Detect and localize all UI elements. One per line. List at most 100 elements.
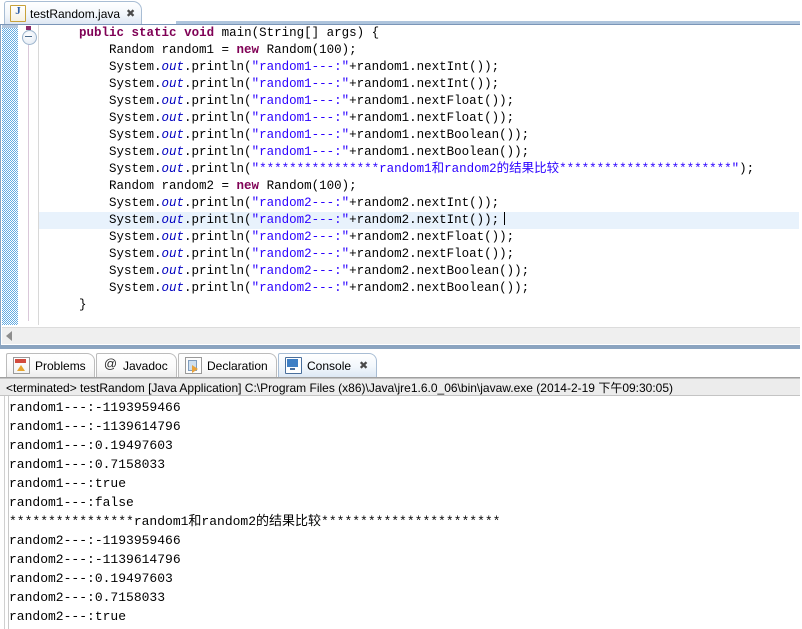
- code-token-plain: +random1.nextBoolean());: [349, 145, 529, 159]
- code-token-plain: System.: [109, 77, 162, 91]
- code-line[interactable]: System.out.println("random2---:"+random2…: [39, 263, 802, 280]
- code-token-plain: .println(: [184, 264, 252, 278]
- code-token-fld: out: [162, 60, 185, 74]
- code-line[interactable]: System.out.println("random2---:"+random2…: [39, 280, 802, 297]
- code-line[interactable]: System.out.println("random1---:"+random1…: [39, 127, 802, 144]
- close-icon[interactable]: ✖: [359, 359, 368, 372]
- code-line[interactable]: System.out.println("random1---:"+random1…: [39, 93, 802, 110]
- code-line[interactable]: System.out.println("random2---:"+random2…: [39, 246, 802, 263]
- close-icon[interactable]: ✖: [126, 8, 135, 20]
- code-token-plain: +random1.nextBoolean());: [349, 128, 529, 142]
- code-token-plain: System.: [109, 94, 162, 108]
- view-tab-label: Javadoc: [123, 359, 168, 373]
- code-line[interactable]: System.out.println("random2---:"+random2…: [39, 212, 802, 229]
- scroll-left-arrow-icon[interactable]: [6, 331, 12, 341]
- code-text-area[interactable]: public static void main(String[] args) {…: [39, 25, 802, 325]
- code-token-plain: .println(: [184, 162, 252, 176]
- code-token-str: "random1---:": [252, 77, 350, 91]
- code-line[interactable]: System.out.println("random1---:"+random1…: [39, 110, 802, 127]
- console-line: random2---:0.7158033: [9, 588, 789, 607]
- console-line: random1---:-1139614796: [9, 417, 789, 436]
- code-token-plain: main(String[] args) {: [214, 26, 379, 40]
- console-line: ****************random1和random2的结果比较****…: [9, 512, 789, 531]
- code-token-plain: System.: [109, 60, 162, 74]
- code-token-plain: Random(100);: [259, 179, 357, 193]
- code-token-plain: .println(: [184, 281, 252, 295]
- code-token-plain: System.: [109, 247, 162, 261]
- code-token-kw: void: [184, 26, 214, 40]
- code-token-str: "random1---:": [252, 145, 350, 159]
- code-line[interactable]: Random random2 = new Random(100);: [39, 178, 802, 195]
- console-line: random1---:true: [9, 474, 789, 493]
- editor-body: public static void main(String[] args) {…: [0, 25, 802, 351]
- code-line[interactable]: System.out.println("random2---:"+random2…: [39, 229, 802, 246]
- code-indent: [49, 230, 109, 244]
- code-token-plain: Random(100);: [259, 43, 357, 57]
- view-tab-label: Declaration: [207, 359, 268, 373]
- code-token-str: "random2---:": [252, 196, 350, 210]
- bottom-view-stack: ProblemsJavadocDeclarationConsole✖ <term…: [0, 351, 802, 629]
- java-editor: testRandom.java ✖ public static void mai…: [0, 0, 802, 351]
- editor-horizontal-scrollbar[interactable]: [2, 327, 801, 344]
- code-indent: [49, 94, 109, 108]
- code-token-plain: +random2.nextFloat());: [349, 230, 514, 244]
- code-token-plain: .println(: [184, 196, 252, 210]
- annotation-ruler[interactable]: [2, 25, 18, 325]
- code-indent: [49, 196, 109, 210]
- collapse-icon[interactable]: [22, 30, 37, 45]
- code-token-plain: [124, 26, 132, 40]
- code-token-str: "random2---:": [252, 213, 350, 227]
- code-token-fld: out: [162, 145, 185, 159]
- javadoc-icon: [103, 358, 118, 373]
- console-gutter-rule: [4, 396, 5, 629]
- view-tab-declaration[interactable]: Declaration: [178, 353, 277, 377]
- code-token-plain: System.: [109, 230, 162, 244]
- code-line[interactable]: System.out.println("random2---:"+random2…: [39, 195, 802, 212]
- code-token-plain: );: [739, 162, 754, 176]
- code-line[interactable]: public static void main(String[] args) {: [39, 25, 802, 42]
- console-line: random2---:-1193959466: [9, 531, 789, 550]
- eclipse-window: testRandom.java ✖ public static void mai…: [0, 0, 802, 629]
- code-line[interactable]: System.out.println("random1---:"+random1…: [39, 144, 802, 161]
- code-token-str: "random2---:": [252, 230, 350, 244]
- console-output-lines: random1---:-1193959466random1---:-113961…: [9, 398, 789, 629]
- code-token-plain: .println(: [184, 247, 252, 261]
- view-tab-javadoc[interactable]: Javadoc: [96, 353, 177, 377]
- code-token-plain: +random1.nextFloat());: [349, 94, 514, 108]
- folding-ruler[interactable]: [18, 25, 39, 325]
- code-indent: [49, 213, 109, 227]
- code-line[interactable]: System.out.println("random1---:"+random1…: [39, 76, 802, 93]
- code-token-fld: out: [162, 264, 185, 278]
- code-token-fld: out: [162, 281, 185, 295]
- code-line[interactable]: System.out.println("random1---:"+random1…: [39, 59, 802, 76]
- view-tab-label: Problems: [35, 359, 86, 373]
- console-output-area[interactable]: random1---:-1193959466random1---:-113961…: [0, 396, 802, 629]
- code-token-str: "random1---:": [252, 94, 350, 108]
- code-token-str: "random1---:": [252, 111, 350, 125]
- code-line[interactable]: System.out.println("****************rand…: [39, 161, 802, 178]
- code-token-fld: out: [162, 213, 185, 227]
- console-line: random1---:0.7158033: [9, 455, 789, 474]
- code-indent: [49, 128, 109, 142]
- code-token-plain: [177, 26, 185, 40]
- code-line[interactable]: Random random1 = new Random(100);: [39, 42, 802, 59]
- code-indent: [49, 179, 109, 193]
- code-line[interactable]: }: [39, 297, 802, 314]
- code-token-plain: Random random1 =: [109, 43, 237, 57]
- view-tab-console[interactable]: Console ✖: [278, 353, 377, 377]
- code-token-str: "****************random1和random2的结果比较***…: [252, 162, 740, 176]
- code-token-fld: out: [162, 162, 185, 176]
- code-token-plain: +random2.nextFloat());: [349, 247, 514, 261]
- code-token-plain: .println(: [184, 213, 252, 227]
- code-token-plain: +random2.nextBoolean());: [349, 281, 529, 295]
- editor-tab-testrandom[interactable]: testRandom.java ✖: [4, 1, 142, 25]
- code-token-plain: System.: [109, 111, 162, 125]
- code-token-fld: out: [162, 128, 185, 142]
- view-tab-problems[interactable]: Problems: [6, 353, 95, 377]
- code-indent: [49, 281, 109, 295]
- code-indent: [49, 60, 109, 74]
- code-indent: [49, 145, 109, 159]
- code-token-str: "random1---:": [252, 60, 350, 74]
- code-token-plain: .println(: [184, 60, 252, 74]
- view-tab-label: Console: [307, 359, 351, 373]
